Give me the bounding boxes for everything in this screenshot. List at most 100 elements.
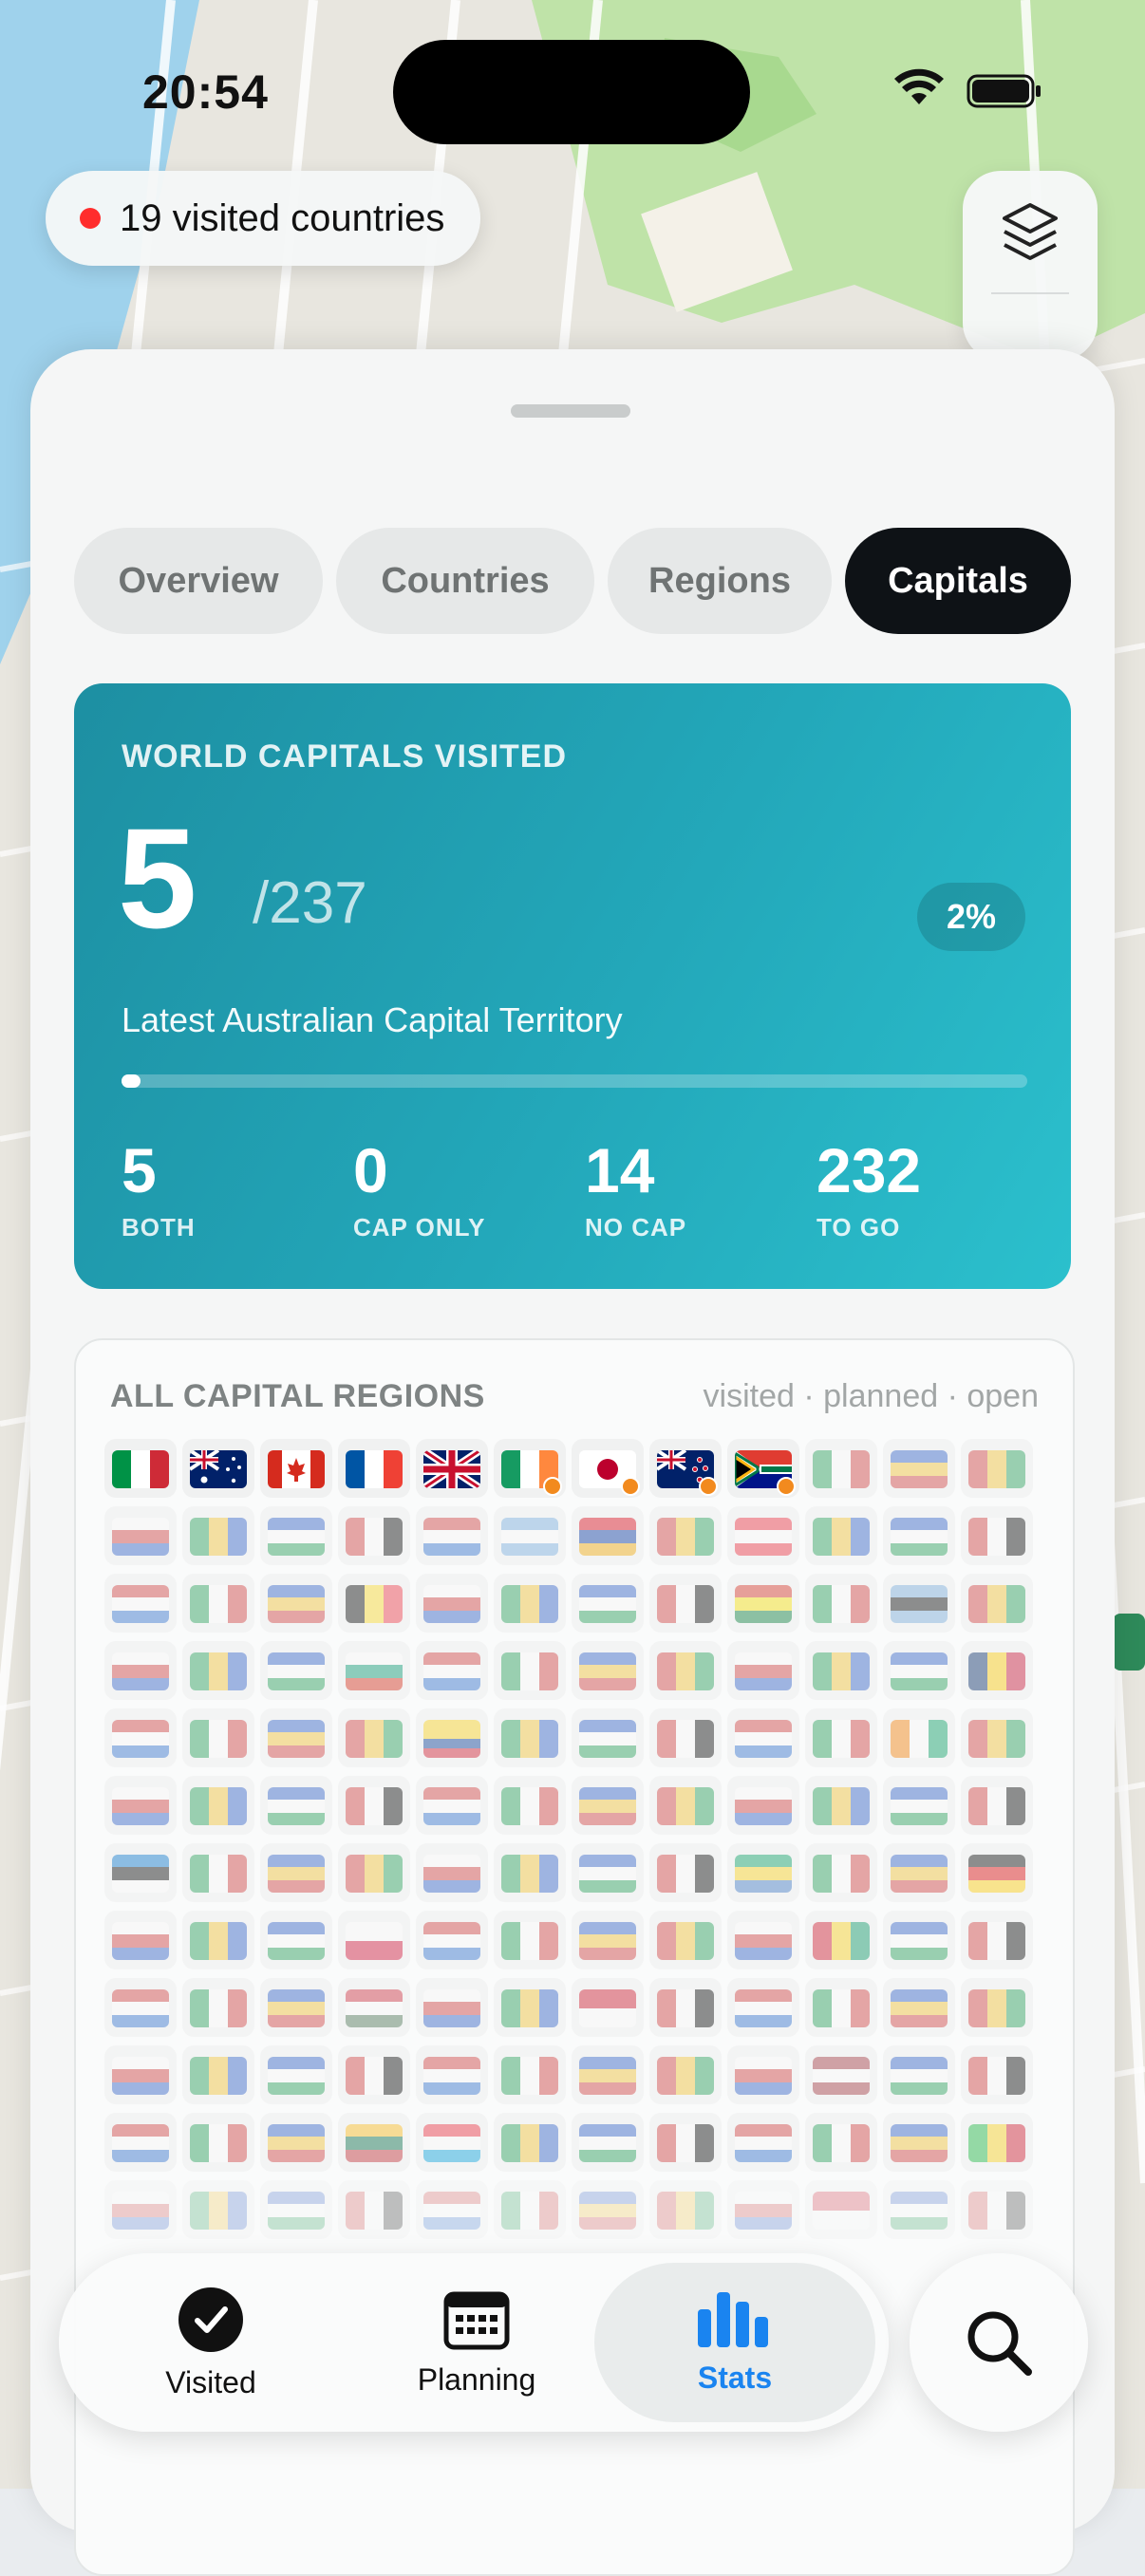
tab-capitals[interactable]: Capitals	[845, 528, 1071, 634]
tabbar-visited[interactable]: Visited	[97, 2253, 325, 2432]
flag-cell-eritrea[interactable]	[961, 1776, 1033, 1835]
flag-cell-belarus[interactable]	[260, 1574, 332, 1633]
flag-cell-aruba[interactable]	[649, 1506, 722, 1565]
flag-cell-marshall-islands[interactable]	[182, 2180, 254, 2239]
flag-cell-mauritania[interactable]	[338, 2180, 410, 2239]
flag-cell-bosnia[interactable]	[805, 1574, 877, 1633]
flag-cell-bolivia[interactable]	[727, 1574, 799, 1633]
flag-cell-kiribati[interactable]	[416, 2045, 488, 2104]
flag-cell-grenada[interactable]	[416, 1911, 488, 1969]
flag-cell-el-salvador[interactable]	[805, 1776, 877, 1835]
flag-cell-gambia[interactable]	[805, 1843, 877, 1902]
flag-cell-malaysia[interactable]	[805, 2113, 877, 2172]
flag-cell-mauritius[interactable]	[416, 2180, 488, 2239]
flag-cell-germany[interactable]	[961, 1843, 1033, 1902]
flag-cell-egypt[interactable]	[727, 1776, 799, 1835]
flag-cell-angola[interactable]	[260, 1506, 332, 1565]
tabbar-stats[interactable]: Stats	[594, 2263, 875, 2422]
flag-cell-benin[interactable]	[494, 1574, 566, 1633]
flag-cell-cook-islands[interactable]	[727, 1708, 799, 1767]
flag-cell-guernsey[interactable]	[727, 1911, 799, 1969]
flag-cell-burkina-faso[interactable]	[416, 1641, 488, 1700]
flag-cell-italy[interactable]	[104, 1439, 177, 1498]
flag-cell-liechtenstein[interactable]	[260, 2113, 332, 2172]
tab-regions[interactable]: Regions	[608, 528, 832, 634]
flag-cell-costa-rica[interactable]	[805, 1708, 877, 1767]
map-layers-button[interactable]	[963, 171, 1098, 361]
flag-cell-barbados[interactable]	[182, 1574, 254, 1633]
flag-cell-american-samoa[interactable]	[104, 1506, 177, 1565]
flag-cell-cameroon[interactable]	[649, 1641, 722, 1700]
flag-cell-japan[interactable]	[572, 1439, 644, 1498]
flag-cell-bulgaria[interactable]	[338, 1641, 410, 1700]
flag-cell-guam[interactable]	[572, 1911, 644, 1969]
flag-cell-martinique[interactable]	[260, 2180, 332, 2239]
flag-cell-lesotho[interactable]	[961, 2045, 1033, 2104]
flag-cell-bahrain[interactable]	[961, 1506, 1033, 1565]
flag-cell-guatemala[interactable]	[649, 1911, 722, 1969]
flag-cell-belgium[interactable]	[338, 1574, 410, 1633]
flag-cell-algeria[interactable]	[961, 1439, 1033, 1498]
flag-cell-australia[interactable]	[182, 1439, 254, 1498]
flag-cell-united-kingdom[interactable]	[416, 1439, 488, 1498]
flag-cell-mayotte[interactable]	[494, 2180, 566, 2239]
flag-cell-north-macedonia[interactable]	[572, 2113, 644, 2172]
flag-cell-hong-kong[interactable]	[260, 1978, 332, 2037]
flag-cell-lebanon[interactable]	[883, 2045, 955, 2104]
flag-cell-georgia[interactable]	[883, 1843, 955, 1902]
flag-cell-macau[interactable]	[494, 2113, 566, 2172]
flag-cell-bermuda[interactable]	[572, 1574, 644, 1633]
flag-cell-french-guiana[interactable]	[572, 1843, 644, 1902]
flag-cell-kuwait[interactable]	[572, 2045, 644, 2104]
flag-cell-latvia[interactable]	[805, 2045, 877, 2104]
flag-cell-dr-congo[interactable]	[572, 1708, 644, 1767]
flag-cell-greece[interactable]	[260, 1911, 332, 1969]
flag-cell-china[interactable]	[182, 1708, 254, 1767]
flag-cell-iraq[interactable]	[727, 1978, 799, 2037]
flag-cell-cambodia[interactable]	[572, 1641, 644, 1700]
flag-cell-comoros[interactable]	[494, 1708, 566, 1767]
flag-cell-guinea-bissau[interactable]	[883, 1911, 955, 1969]
flag-cell-malta[interactable]	[104, 2180, 177, 2239]
flag-cell-congo[interactable]	[649, 1708, 722, 1767]
flag-cell-gabon[interactable]	[727, 1843, 799, 1902]
flag-cell-liberia[interactable]	[104, 2113, 177, 2172]
flag-cell-moldova[interactable]	[727, 2180, 799, 2239]
flag-cell-haiti[interactable]	[104, 1978, 177, 2037]
flag-cell-new-zealand[interactable]	[649, 1439, 722, 1498]
search-button[interactable]	[910, 2253, 1088, 2432]
flag-cell-biot[interactable]	[104, 1641, 177, 1700]
flag-cell-azerbaijan[interactable]	[805, 1506, 877, 1565]
sheet-grabber[interactable]	[511, 404, 630, 418]
flag-cell-antigua[interactable]	[416, 1506, 488, 1565]
flag-cell-kosovo[interactable]	[494, 2045, 566, 2104]
flag-cell-laos[interactable]	[727, 2045, 799, 2104]
flag-cell-christmas-island[interactable]	[260, 1708, 332, 1767]
flag-cell-kazakhstan[interactable]	[260, 2045, 332, 2104]
flag-cell-djibouti[interactable]	[416, 1776, 488, 1835]
flag-cell-indonesia[interactable]	[572, 1978, 644, 2037]
flag-cell-bhutan[interactable]	[649, 1574, 722, 1633]
flag-cell-dominican-republic[interactable]	[572, 1776, 644, 1835]
flag-cell-ethiopia[interactable]	[182, 1843, 254, 1902]
flag-cell-montenegro[interactable]	[961, 2180, 1033, 2239]
flag-cell-guyana[interactable]	[961, 1911, 1033, 1969]
flag-cell-ghana[interactable]	[104, 1911, 177, 1969]
flag-cell-cayman[interactable]	[805, 1641, 877, 1700]
flag-cell-bangladesh[interactable]	[104, 1574, 177, 1633]
flag-cell-cyprus[interactable]	[182, 1776, 254, 1835]
flag-cell-cuba[interactable]	[104, 1776, 177, 1835]
flag-cell-india[interactable]	[494, 1978, 566, 2037]
flag-cell-cote-divoire[interactable]	[883, 1708, 955, 1767]
flag-cell-israel[interactable]	[883, 1978, 955, 2037]
flag-cell-iceland[interactable]	[416, 1978, 488, 2037]
flag-cell-denmark[interactable]	[338, 1776, 410, 1835]
flag-cell-anguilla[interactable]	[338, 1506, 410, 1565]
flag-cell-bahamas[interactable]	[883, 1506, 955, 1565]
tab-countries[interactable]: Countries	[336, 528, 594, 634]
flag-cell-chile[interactable]	[104, 1708, 177, 1767]
flag-cell-mali[interactable]	[961, 2113, 1033, 2172]
flag-cell-afghanistan[interactable]	[805, 1439, 877, 1498]
flag-cell-iran[interactable]	[649, 1978, 722, 2037]
flag-cell-ecuador[interactable]	[649, 1776, 722, 1835]
